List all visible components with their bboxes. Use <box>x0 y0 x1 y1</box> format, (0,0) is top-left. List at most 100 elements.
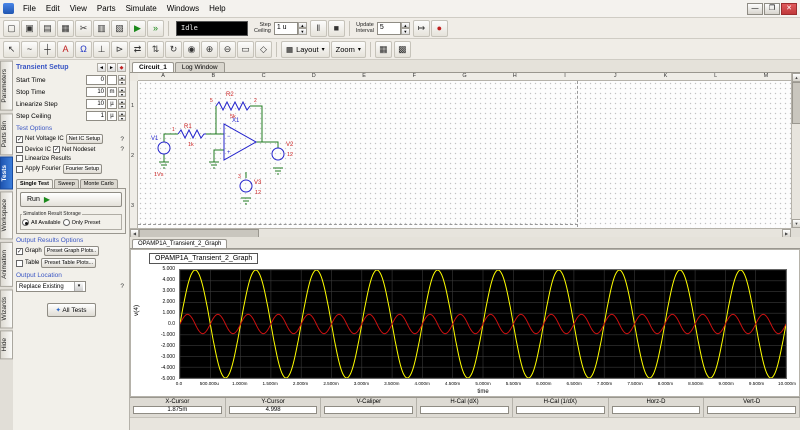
sidebar-tab-workspace[interactable]: Workspace <box>0 191 13 239</box>
doc-tab-log-window[interactable]: Log Window <box>175 62 225 72</box>
help-icon[interactable]: ? <box>120 146 126 153</box>
table-checkbox[interactable] <box>16 260 23 267</box>
output-location-select[interactable]: Replace Existing ▾ <box>16 281 86 292</box>
close-button[interactable]: ✕ <box>781 3 797 15</box>
copy-icon[interactable]: ▥ <box>93 20 110 37</box>
sidebar-tab-parameters[interactable]: Parameters <box>0 61 13 111</box>
field-unit-start-time[interactable] <box>107 75 117 85</box>
menu-file[interactable]: File <box>18 2 41 15</box>
paste-icon[interactable]: ▧ <box>111 20 128 37</box>
open-folder-icon[interactable]: ▣ <box>21 20 38 37</box>
tab-sweep[interactable]: Sweep <box>54 179 79 188</box>
scroll-up-icon[interactable]: ▲ <box>792 73 800 82</box>
device-ic-checkbox[interactable] <box>16 146 23 153</box>
spin-down-icon[interactable]: ▼ <box>118 116 126 121</box>
run-button[interactable]: Run ▶ <box>20 192 122 207</box>
v1-source[interactable] <box>158 142 170 154</box>
graph-title[interactable]: OPAMP1A_Transient_2_Graph <box>149 253 258 264</box>
all-available-radio[interactable] <box>22 219 29 226</box>
update-interval-value[interactable]: 5 <box>377 22 401 35</box>
fast-run-icon[interactable]: » <box>147 20 164 37</box>
field-unit-step-ceiling[interactable]: µ <box>107 111 117 121</box>
spin-down-icon[interactable]: ▼ <box>118 92 126 97</box>
help-icon[interactable]: ? <box>120 136 126 143</box>
spin-down-icon[interactable]: ▼ <box>118 104 126 109</box>
sidebar-tab-parts-bin[interactable]: Parts Bin <box>0 113 13 155</box>
preset-table-plots-button[interactable]: Preset Table Plots... <box>41 258 96 268</box>
minimize-button[interactable]: — <box>747 3 763 15</box>
ground-tool-icon[interactable]: ⊥ <box>93 41 110 58</box>
field-input-linearize-step[interactable]: 10 <box>86 99 106 109</box>
print-icon[interactable]: ▦ <box>57 20 74 37</box>
ic-chip-icon[interactable]: ▦ <box>375 41 392 58</box>
update-interval-stepper[interactable]: 5 ▲▼ <box>377 22 410 35</box>
v3-source[interactable] <box>240 180 252 192</box>
sidebar-tab-animation[interactable]: Animation <box>0 242 13 287</box>
scroll-down-icon[interactable]: ▼ <box>792 219 800 228</box>
v2-source[interactable] <box>272 148 284 160</box>
net-ic-setup-button[interactable]: Net IC Setup <box>66 134 104 144</box>
update-interval-arrows[interactable]: ▲▼ <box>401 22 410 35</box>
polygon-tool-icon[interactable]: ◇ <box>255 41 272 58</box>
preset-graph-plots-button[interactable]: Preset Graph Plots.. <box>44 246 100 256</box>
panel-next-icon[interactable]: ► <box>107 63 116 72</box>
field-stepper[interactable]: ▲▼ <box>118 99 126 109</box>
maximize-button[interactable]: ❐ <box>764 3 780 15</box>
step-forward-icon[interactable]: ↦ <box>413 20 430 37</box>
field-unit-stop-time[interactable]: m <box>107 87 117 97</box>
field-unit-linearize-step[interactable]: µ <box>107 99 117 109</box>
step-ceiling-arrows[interactable]: ▲▼ <box>298 22 307 35</box>
wire-tool-icon[interactable]: ~ <box>21 41 38 58</box>
flip-vertical-icon[interactable]: ⇅ <box>147 41 164 58</box>
net-nodeset-checkbox[interactable]: ✓ <box>53 146 60 153</box>
record-icon[interactable]: ● <box>431 20 448 37</box>
pause-icon[interactable]: ‖ <box>310 20 327 37</box>
r1-resistor[interactable] <box>178 130 206 138</box>
bus-tool-icon[interactable]: ┼ <box>39 41 56 58</box>
doc-tab-circuit-1[interactable]: Circuit_1 <box>132 62 174 72</box>
shape-tool-icon[interactable]: ▭ <box>237 41 254 58</box>
sidebar-tab-tests[interactable]: Tests <box>0 157 13 190</box>
probe-icon[interactable]: ◉ <box>183 41 200 58</box>
sidebar-tab-wizards[interactable]: Wizards <box>0 289 13 328</box>
panel-prev-icon[interactable]: ◄ <box>97 63 106 72</box>
field-input-step-ceiling[interactable]: 1 <box>86 111 106 121</box>
fourier-setup-button[interactable]: Fourier Setup <box>63 164 102 174</box>
cut-icon[interactable]: ✂ <box>75 20 92 37</box>
flip-horizontal-icon[interactable]: ⇄ <box>129 41 146 58</box>
field-stepper[interactable]: ▲▼ <box>118 111 126 121</box>
schematic-horizontal-scrollbar[interactable]: ◀ ▶ <box>130 228 791 237</box>
schematic-vertical-scrollbar[interactable]: ▲ ▼ <box>791 73 800 228</box>
new-file-icon[interactable]: ▢ <box>3 20 20 37</box>
step-ceiling-value[interactable]: 1 u <box>274 22 298 35</box>
waveform-plot[interactable] <box>179 269 787 379</box>
text-tool-icon[interactable]: A <box>57 41 74 58</box>
zoom-dropdown[interactable]: Zoom ▾ <box>331 41 366 58</box>
apply-fourier-checkbox[interactable] <box>16 166 23 173</box>
tab-monte-carlo[interactable]: Monte Carlo <box>80 179 118 188</box>
zoom-in-icon[interactable]: ⊕ <box>201 41 218 58</box>
field-stepper[interactable]: ▲▼ <box>118 87 126 97</box>
step-ceiling-stepper[interactable]: 1 u ▲▼ <box>274 22 307 35</box>
save-icon[interactable]: ▤ <box>39 20 56 37</box>
menu-parts[interactable]: Parts <box>92 2 121 15</box>
sidebar-tab-hide[interactable]: Hide <box>0 330 13 359</box>
diode-tool-icon[interactable]: ⊳ <box>111 41 128 58</box>
menu-edit[interactable]: Edit <box>41 2 65 15</box>
help-icon[interactable]: ? <box>120 283 126 290</box>
menu-help[interactable]: Help <box>204 2 230 15</box>
menu-windows[interactable]: Windows <box>162 2 204 15</box>
linearize-results-checkbox[interactable] <box>16 155 23 162</box>
menu-view[interactable]: View <box>65 2 92 15</box>
only-preset-radio[interactable] <box>63 219 70 226</box>
graph-tab[interactable]: OPAMP1A_Transient_2_Graph <box>132 239 227 248</box>
tab-single-test[interactable]: Single Test <box>16 179 53 188</box>
pointer-icon[interactable]: ↖ <box>3 41 20 58</box>
all-tests-button[interactable]: ✦ All Tests <box>47 303 96 317</box>
scroll-thumb[interactable] <box>792 82 800 124</box>
spin-down-icon[interactable]: ▼ <box>118 80 126 85</box>
opamp-circuit[interactable]: V1 1Vs R1 1k R2 5k X1 − + V2 12 V3 12 1 … <box>150 84 350 226</box>
run-icon[interactable]: ▶ <box>129 20 146 37</box>
stop-icon[interactable]: ■ <box>328 20 345 37</box>
net-voltage-ic-checkbox[interactable]: ✓ <box>16 136 23 143</box>
